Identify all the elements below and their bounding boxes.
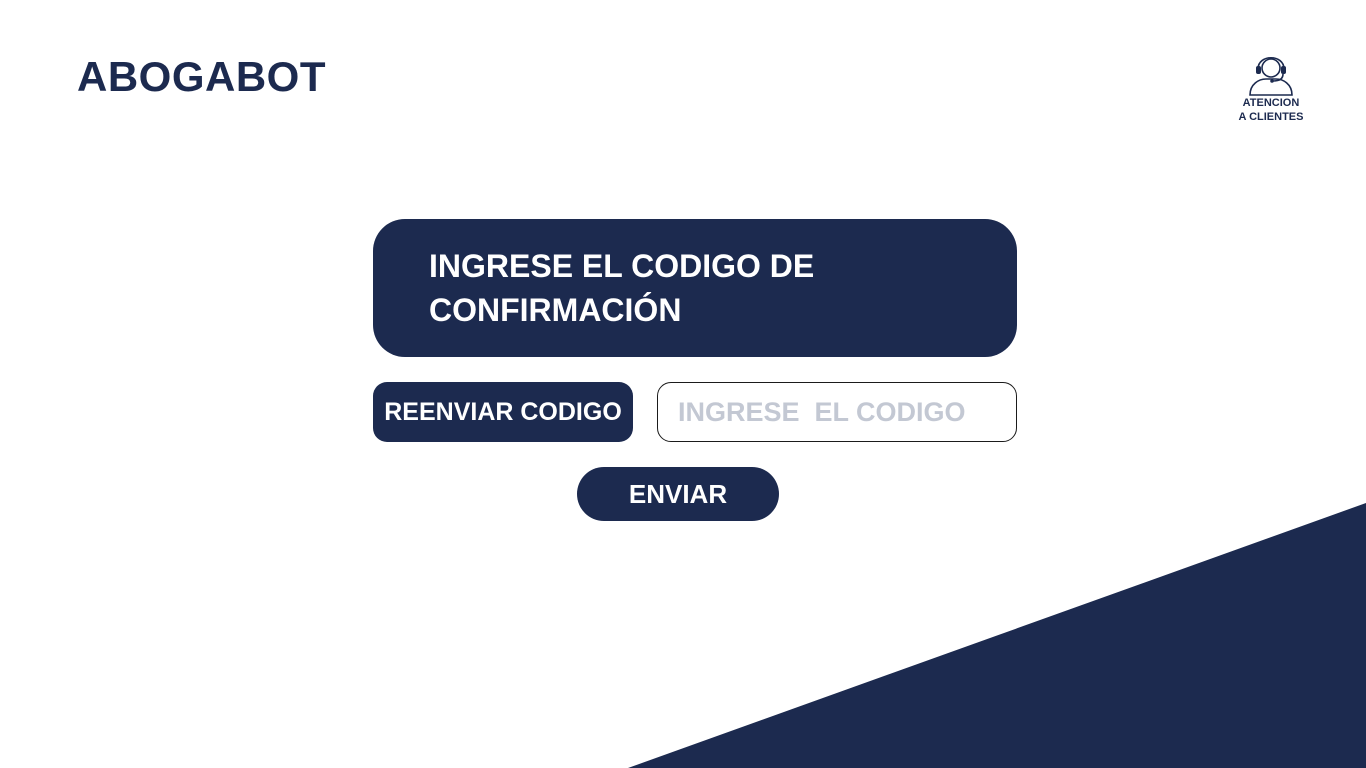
- prompt-title-line1: INGRESE EL CODIGO DE: [429, 248, 815, 284]
- confirmation-code-input[interactable]: [657, 382, 1017, 442]
- confirmation-prompt-card: INGRESE EL CODIGO DE CONFIRMACIÓN: [373, 219, 1017, 357]
- support-label-line1: ATENCION: [1242, 97, 1300, 109]
- prompt-title-line2: CONFIRMACIÓN: [429, 292, 682, 328]
- resend-code-button[interactable]: REENVIAR CODIGO: [373, 382, 633, 442]
- customer-support-link[interactable]: ATENCION A CLIENTES: [1230, 50, 1312, 124]
- brand-logo: ABOGABOT: [77, 53, 326, 100]
- support-label-line2: A CLIENTES: [1238, 111, 1304, 123]
- headset-agent-icon: [1249, 56, 1293, 96]
- send-button[interactable]: ENVIAR: [577, 467, 779, 521]
